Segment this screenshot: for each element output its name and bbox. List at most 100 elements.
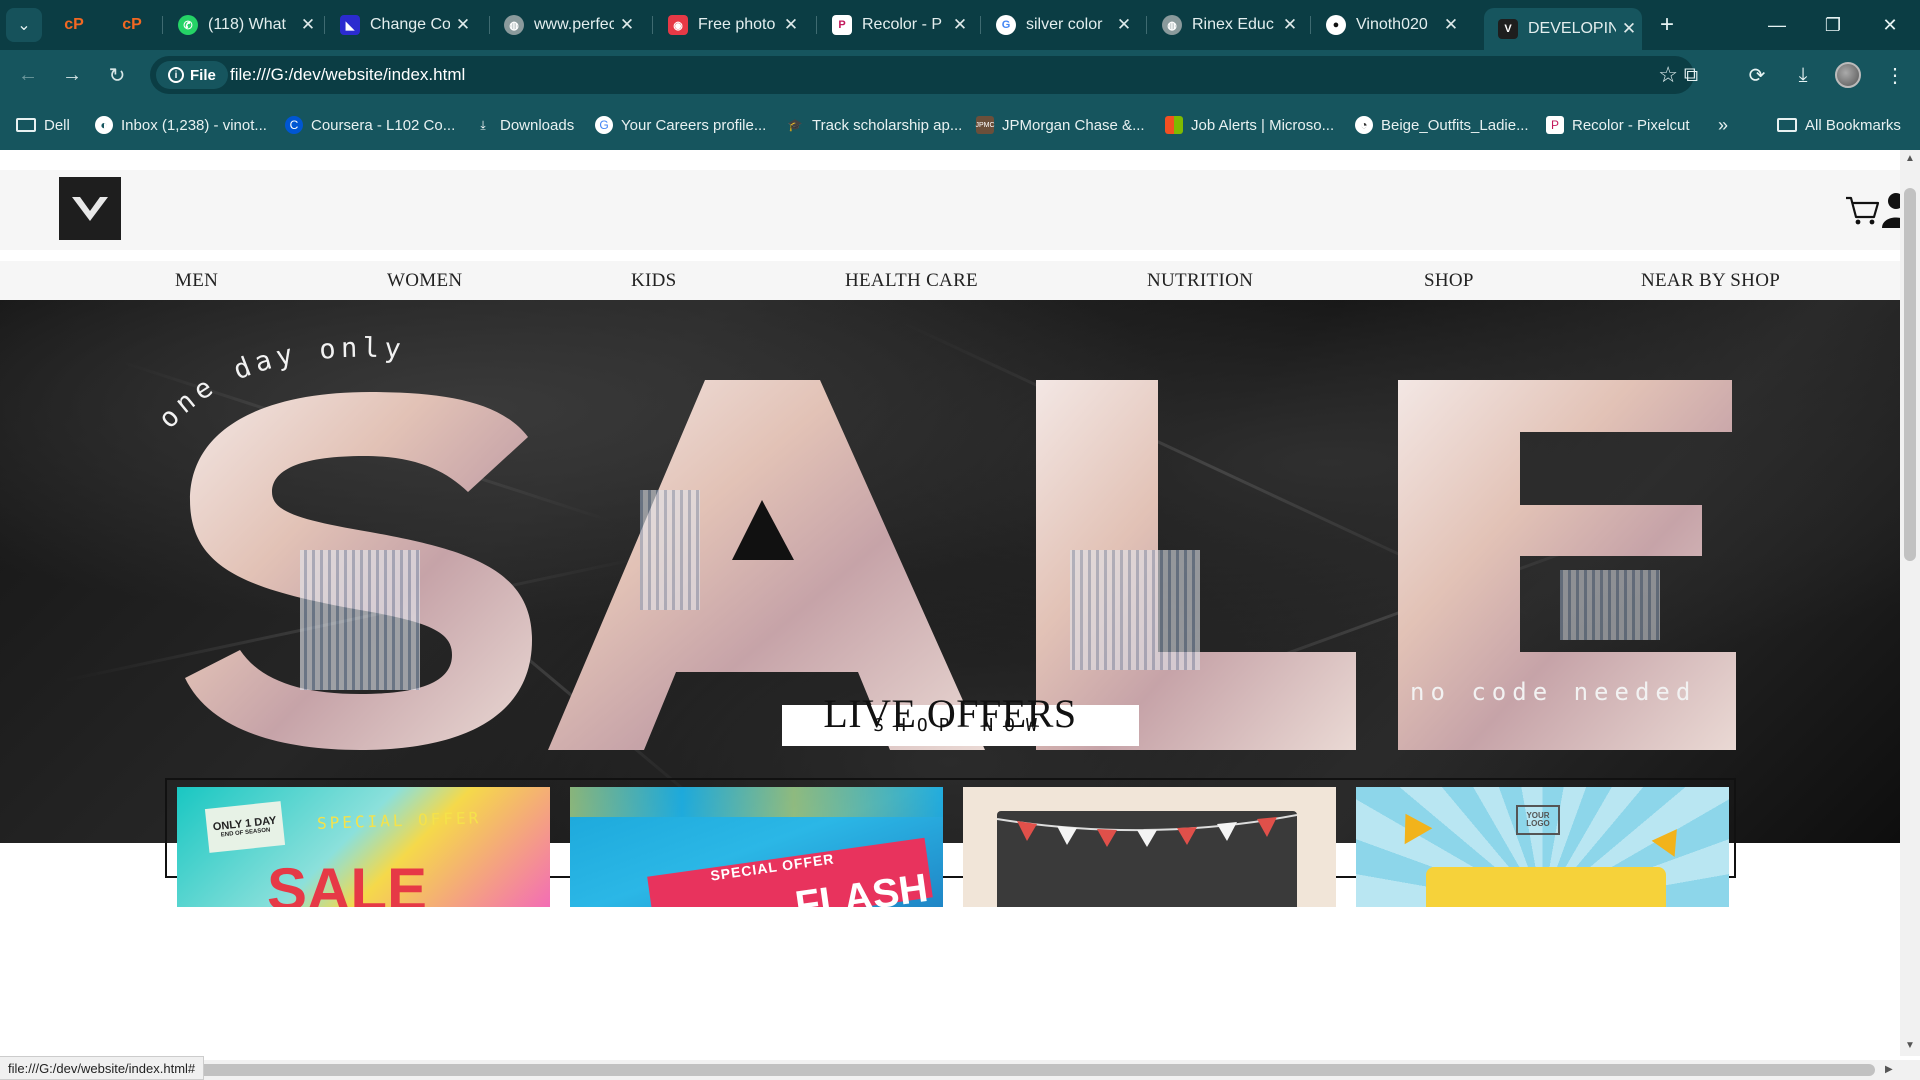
cart-icon[interactable] — [1845, 193, 1879, 227]
bookmark-label: Dell — [44, 116, 70, 134]
minimize-button[interactable]: — — [1757, 8, 1797, 42]
address-bar[interactable]: i File file:///G:/dev/website/index.html… — [150, 56, 1694, 94]
tab-silver-color[interactable]: G silver color ✕ — [982, 8, 1137, 42]
menu-kebab-icon[interactable]: ⋮ — [1875, 58, 1915, 92]
status-bar-url: file:///G:/dev/website/index.html# — [0, 1056, 205, 1080]
tab-title: Recolor - P — [862, 16, 943, 33]
close-tab-icon[interactable]: ✕ — [1111, 15, 1137, 35]
github-icon: ● — [1326, 15, 1346, 35]
close-tab-icon[interactable]: ✕ — [1277, 15, 1303, 35]
new-tab-button[interactable]: + — [1650, 8, 1684, 42]
bookmark-label: Your Careers profile... — [621, 116, 767, 134]
nav-item-kids[interactable]: KIDS — [631, 270, 677, 292]
bookmark-job-alerts[interactable]: Job Alerts | Microso... — [1165, 113, 1334, 137]
tab-search-chevron-icon[interactable]: ⌄ — [6, 8, 42, 42]
nav-item-nutrition[interactable]: NUTRITION — [1147, 270, 1253, 292]
google-icon: G — [595, 116, 613, 134]
offer-card-4[interactable]: YOUR LOGO — [1356, 787, 1729, 907]
scroll-right-arrow-icon[interactable]: ▶ — [1885, 1064, 1893, 1075]
your-logo-placeholder: YOUR LOGO — [1516, 805, 1560, 835]
tab-change-color[interactable]: ◣ Change Co ✕ — [326, 8, 476, 42]
tab-perfect[interactable]: ◍ www.perfec ✕ — [490, 8, 640, 42]
close-tab-icon[interactable]: ✕ — [778, 15, 804, 35]
globe-icon: ◍ — [1162, 15, 1182, 35]
live-offers-title: LIVE OFFERS — [823, 691, 1077, 736]
offer-card-1[interactable]: ONLY 1 DAY END OF SEASON SPECIAL OFFER S… — [177, 787, 550, 907]
profile-avatar[interactable] — [1828, 58, 1868, 92]
jpmorgan-icon: JPMC — [975, 116, 995, 134]
tab-recolor[interactable]: P Recolor - P ✕ — [818, 8, 973, 42]
bookmark-inbox[interactable]: ◐ Inbox (1,238) - vinot... — [95, 113, 267, 137]
user-account-icon[interactable] — [1880, 192, 1900, 228]
extensions-icon[interactable]: ⧉ — [1671, 58, 1711, 92]
tab-free-photo[interactable]: ◉ Free photo ✕ — [654, 8, 804, 42]
bookmark-downloads[interactable]: ⤓ Downloads — [474, 113, 574, 137]
bookmark-beige-outfits[interactable]: ◔ Beige_Outfits_Ladie... — [1355, 113, 1529, 137]
bookmark-scholarship[interactable]: 🎓 Track scholarship ap... — [786, 113, 963, 137]
download-icon[interactable]: ⤓ — [1783, 58, 1823, 92]
horizontal-scroll-thumb[interactable] — [20, 1064, 1875, 1076]
tab-title: silver color — [1026, 16, 1103, 33]
tab-title: Change Co — [370, 16, 450, 33]
hero-sale-banner: one day only no code needed SHOP NOW — [0, 300, 1900, 843]
nav-item-health-care[interactable]: HEALTH CARE — [845, 270, 978, 292]
photo-editor-icon: ◉ — [668, 15, 688, 35]
microsoft-icon — [1165, 116, 1183, 134]
bookmark-dell[interactable]: Dell — [16, 113, 70, 137]
vertical-scrollbar[interactable]: ▲ ▼ — [1900, 150, 1920, 1056]
site-header — [0, 170, 1900, 250]
tab-cpanel-2[interactable]: cP — [108, 8, 160, 42]
close-tab-icon[interactable]: ✕ — [450, 15, 476, 35]
all-bookmarks[interactable]: All Bookmarks — [1777, 113, 1901, 137]
vertical-scroll-thumb[interactable] — [1904, 188, 1916, 561]
tab-rinex[interactable]: ◍ Rinex Educ ✕ — [1148, 8, 1303, 42]
close-tab-icon[interactable]: ✕ — [1616, 19, 1642, 39]
offer-card-3[interactable] — [963, 787, 1336, 907]
nav-item-near-by-shop[interactable]: NEAR BY SHOP — [1641, 270, 1780, 292]
google-icon: G — [996, 15, 1016, 35]
tab-github[interactable]: ● Vinoth020 ✕ — [1312, 8, 1464, 42]
scroll-down-arrow-icon[interactable]: ▼ — [1905, 1040, 1915, 1051]
forward-arrow-icon[interactable]: → — [54, 58, 90, 92]
bookmark-careers[interactable]: G Your Careers profile... — [595, 113, 766, 137]
cpanel-icon: cP — [64, 16, 84, 33]
site-info-chip[interactable]: i File — [156, 61, 228, 89]
bookmark-coursera[interactable]: C Coursera - L102 Co... — [285, 113, 455, 137]
scholarship-icon: 🎓 — [787, 118, 803, 132]
offer-card-2[interactable]: SPECIAL OFFER FLASH — [570, 787, 943, 907]
nav-item-men[interactable]: MEN — [175, 270, 218, 292]
close-tab-icon[interactable]: ✕ — [1438, 15, 1464, 35]
browser-toolbar: ← → ↻ i File file:///G:/dev/website/inde… — [0, 50, 1920, 100]
sale-graphic: one day only no code needed — [153, 333, 1736, 750]
bookmark-jpmorgan[interactable]: JPMC JPMorgan Chase &... — [975, 113, 1145, 137]
back-arrow-icon[interactable]: ← — [10, 58, 46, 92]
close-tab-icon[interactable]: ✕ — [295, 15, 321, 35]
more-bookmarks-chevron-icon[interactable]: » — [1718, 113, 1728, 137]
tab-whatsapp[interactable]: ✆ (118) What ✕ — [164, 8, 321, 42]
app-icon: ◣ — [340, 15, 360, 35]
tab-title: Rinex Educ — [1192, 16, 1274, 33]
restore-button[interactable]: ❐ — [1813, 8, 1853, 42]
close-window-button[interactable]: ✕ — [1870, 8, 1910, 42]
close-tab-icon[interactable]: ✕ — [947, 15, 973, 35]
performance-icon[interactable]: ⟳ — [1737, 58, 1777, 92]
site-info-label: File — [190, 66, 216, 84]
bookmark-label: Beige_Outfits_Ladie... — [1381, 116, 1529, 134]
horizontal-scrollbar[interactable]: ▶ — [0, 1060, 1920, 1080]
url-text[interactable]: file:///G:/dev/website/index.html — [230, 65, 465, 85]
bunting-icon — [997, 814, 1297, 847]
scroll-up-arrow-icon[interactable]: ▲ — [1905, 153, 1915, 164]
bookmark-label: JPMorgan Chase &... — [1002, 116, 1145, 134]
tab-cpanel-1[interactable]: cP — [50, 8, 102, 42]
tab-developing-active[interactable]: V DEVELOPIN ✕ — [1484, 8, 1642, 50]
nav-item-women[interactable]: WOMEN — [387, 270, 462, 292]
bookmark-recolor[interactable]: P Recolor - Pixelcut — [1546, 113, 1690, 137]
bookmark-label: Track scholarship ap... — [812, 116, 963, 134]
site-logo[interactable] — [59, 177, 121, 240]
close-tab-icon[interactable]: ✕ — [614, 15, 640, 35]
offers-carousel: ONLY 1 DAY END OF SEASON SPECIAL OFFER S… — [165, 778, 1736, 907]
info-icon: i — [168, 67, 184, 83]
main-navigation: MEN WOMEN KIDS HEALTH CARE NUTRITION SHO… — [0, 261, 1900, 301]
reload-icon[interactable]: ↻ — [99, 58, 135, 92]
nav-item-shop[interactable]: SHOP — [1424, 270, 1474, 292]
